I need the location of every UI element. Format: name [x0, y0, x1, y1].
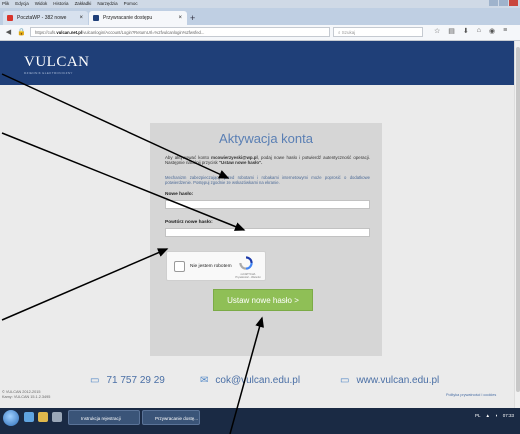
version-line: Kamy: VULCAN 15.1.2.3495	[2, 394, 51, 399]
website-link[interactable]: www.vulcan.edu.pl	[356, 375, 439, 386]
tab-bar: PocztaWP - 382 nowe × Przywracanie dostę…	[0, 8, 520, 25]
logo-subtitle: DZIENNIK ELEKTRONICZNY	[24, 71, 73, 75]
app-icon[interactable]	[52, 412, 62, 422]
url-domain: vulcan.net.pl	[56, 30, 83, 35]
activation-card: Aktywacja konta Aby aktywować konto mcow…	[150, 123, 382, 356]
intro-button-ref: "Ustaw nowe hasło".	[218, 160, 263, 166]
new-password-field[interactable]	[165, 200, 370, 209]
clock[interactable]: 07:33	[503, 413, 514, 418]
tab-poczta[interactable]: PocztaWP - 382 nowe ×	[3, 11, 88, 25]
new-tab-icon[interactable]: +	[190, 14, 195, 23]
privacy-link[interactable]: Polityka prywatności i cookies	[446, 393, 496, 397]
download-icon[interactable]: ⬇	[463, 27, 469, 35]
menu-help[interactable]: Pomoc	[124, 0, 138, 8]
monitor-icon: ▭	[340, 375, 350, 386]
copyright: © VULCAN 2012-2015 Kamy: VULCAN 15.1.2.3…	[2, 390, 50, 399]
window-controls	[489, 0, 518, 6]
minimize-button[interactable]	[489, 0, 498, 6]
page-scrollbar[interactable]	[514, 41, 520, 408]
search-input[interactable]: ⌕ Szukaj	[333, 27, 423, 37]
menu-edit[interactable]: Edycja	[15, 0, 29, 8]
menu-file[interactable]: Plik	[2, 0, 9, 8]
taskbar-task-firefox[interactable]: Przywracanie dostę...	[142, 410, 200, 425]
system-tray: PL ▲ ◖ 07:33	[475, 413, 514, 418]
footer-email: ✉ cok@vulcan.edu.pl	[200, 375, 300, 386]
phone-number: 71 757 29 29	[106, 375, 165, 386]
page-content: VULCAN DZIENNIK ELEKTRONICZNY Aktywacja …	[0, 41, 514, 408]
page-title: Aktywacja konta	[219, 131, 313, 146]
maximize-button[interactable]	[499, 0, 508, 6]
toolbar-icons: ☆ ▤ ⬇ ⌂ ◉ ≡	[434, 27, 507, 35]
recaptcha-icon	[239, 256, 253, 270]
mail-favicon-icon	[7, 15, 13, 21]
lock-icon: 🔒	[17, 29, 26, 36]
back-icon[interactable]: ◀	[4, 28, 13, 37]
tab-przywracanie[interactable]: Przywracanie dostępu ×	[89, 11, 187, 25]
recaptcha-brand: reCAPTCHA Prywatność - Warunki	[233, 273, 263, 279]
set-password-button[interactable]: Ustaw nowe hasło >	[213, 289, 313, 311]
task-title: Instrukcja rejestracji	[81, 416, 121, 421]
addon-icon[interactable]: ◉	[489, 27, 495, 35]
recaptcha-widget: Nie jestem robotem reCAPTCHA Prywatność …	[166, 251, 266, 281]
url-prefix: https://cufs.	[35, 30, 57, 35]
url-bar[interactable]: https://cufs.vulcan.net.pl/vulcanlogin/A…	[30, 27, 330, 37]
recaptcha-terms-link[interactable]: Prywatność - Warunki	[235, 276, 260, 279]
email-link[interactable]: cok@vulcan.edu.pl	[215, 375, 300, 386]
language-icon[interactable]: PL	[475, 413, 481, 418]
scrollbar-thumb[interactable]	[516, 47, 520, 392]
menu-icon[interactable]: ≡	[503, 27, 507, 35]
recaptcha-label: Nie jestem robotem	[190, 264, 232, 269]
navigation-bar: ◀ 🔒 https://cufs.vulcan.net.pl/vulcanlog…	[0, 25, 520, 41]
taskbar: Instrukcja rejestracji Przywracanie dost…	[0, 408, 520, 434]
tab-title: PocztaWP - 382 nowe	[17, 15, 67, 21]
url-path: /vulcanlogin/Account/Login?ReturnUrl=%2f…	[82, 30, 205, 35]
intro-text: Aby aktywować konto mcowierzyeski@wp.pl,…	[165, 155, 370, 165]
tab-title: Przywracanie dostępu	[103, 15, 153, 21]
close-tab-icon[interactable]: ×	[178, 11, 182, 25]
menu-view[interactable]: Widok	[35, 0, 48, 8]
repeat-password-label: Powtórz nowe hasło:	[165, 220, 213, 225]
taskbar-task-word[interactable]: Instrukcja rejestracji	[68, 410, 140, 425]
site-header: VULCAN DZIENNIK ELEKTRONICZNY	[0, 41, 514, 85]
repeat-password-field[interactable]	[165, 228, 370, 237]
menu-bar: Plik Edycja Widok Historia Zakładki Narz…	[0, 0, 520, 8]
new-password-label: Nowe hasło:	[165, 192, 194, 197]
menu-bookmarks[interactable]: Zakładki	[75, 0, 92, 8]
folder-icon[interactable]	[38, 412, 48, 422]
search-placeholder: Szukaj	[341, 30, 356, 35]
footer-phone: ▭ 71 757 29 29	[90, 375, 165, 386]
phone-icon: ▭	[90, 375, 100, 386]
vulcan-logo[interactable]: VULCAN	[24, 54, 90, 71]
task-title: Przywracanie dostę...	[155, 416, 199, 421]
home-icon[interactable]: ⌂	[477, 27, 481, 35]
network-icon[interactable]: ▲	[486, 413, 490, 418]
ie-icon[interactable]	[24, 412, 34, 422]
close-window-button[interactable]	[509, 0, 518, 6]
bookmark-star-icon[interactable]: ☆	[434, 27, 440, 35]
close-tab-icon[interactable]: ×	[79, 11, 83, 25]
envelope-icon: ✉	[200, 375, 209, 386]
copyright-line: © VULCAN 2012-2015	[2, 390, 41, 394]
menu-tools[interactable]: Narzędzia	[97, 0, 117, 8]
footer-website: ▭ www.vulcan.edu.pl	[340, 375, 439, 386]
reading-list-icon[interactable]: ▤	[448, 27, 455, 35]
recaptcha-checkbox[interactable]	[174, 261, 185, 272]
menu-history[interactable]: Historia	[53, 0, 68, 8]
volume-icon[interactable]: ◖	[495, 413, 498, 418]
vulcan-favicon-icon	[93, 15, 99, 21]
robot-note: Mechanizm zabezpieczający przed robotami…	[165, 175, 370, 185]
start-button[interactable]	[3, 410, 19, 426]
